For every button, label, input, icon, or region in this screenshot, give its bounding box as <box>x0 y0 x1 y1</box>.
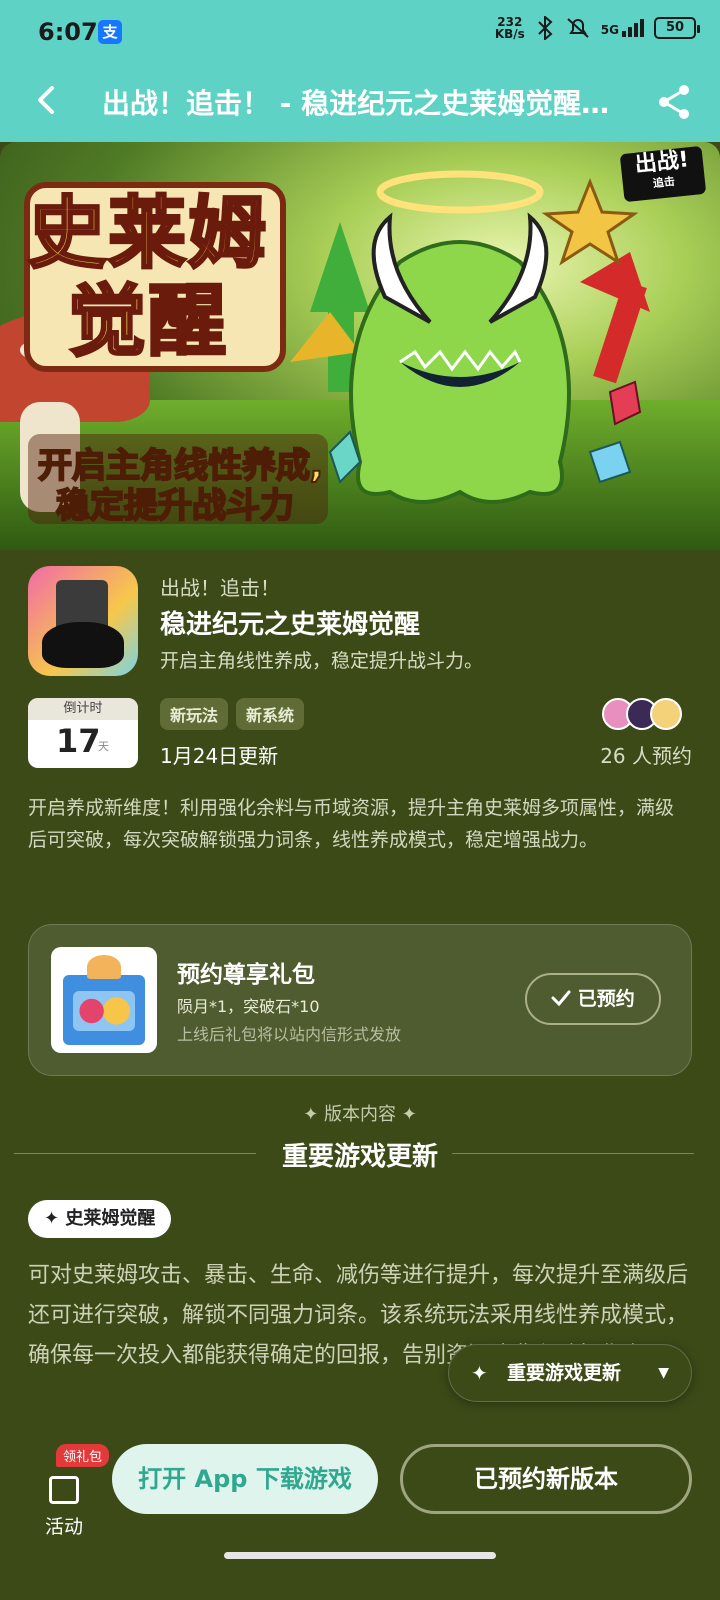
back-icon[interactable] <box>28 80 68 120</box>
activity-label: 活动 <box>44 1516 83 1538</box>
section-label: ✦ 版本内容 ✦ <box>303 1104 417 1125</box>
reserved-version-button[interactable]: 已预约新版本 <box>400 1444 692 1514</box>
mute-icon <box>567 18 589 38</box>
app-tagline: 开启主角线性养成，稳定提升战斗力。 <box>160 650 484 672</box>
bow-graphic <box>87 955 121 979</box>
activity-badge: 领礼包 <box>56 1444 110 1467</box>
status-time: 6:07 <box>38 18 98 46</box>
publisher-logo-text: 出战! <box>633 147 690 178</box>
battery-icon: 50 <box>654 17 700 39</box>
net-speed: 232 KB/s <box>495 16 525 40</box>
check-icon <box>551 990 571 1007</box>
reservers-avatars[interactable] <box>602 698 682 730</box>
home-indicator[interactable] <box>224 1552 496 1559</box>
status-icons: 232 KB/s 5G 50 <box>495 16 700 40</box>
gift-note: 上线后礼包将以站内信形式发放 <box>177 1025 402 1044</box>
bottom-action-bar: 活动 领礼包 打开 App 下载游戏 已预约新版本 <box>0 1422 720 1600</box>
gift-icon <box>51 947 157 1053</box>
activity-button[interactable]: 活动 <box>36 1462 92 1538</box>
share-icon[interactable] <box>654 82 694 122</box>
network-type: 5G <box>600 23 619 37</box>
slime-graphic <box>42 622 124 668</box>
tag: 新玩法 <box>160 698 229 730</box>
app-series: 出战！追击！ <box>160 576 280 600</box>
banner-slogan-line2: 稳定提升战斗力 <box>55 485 295 527</box>
app-icon[interactable] <box>28 566 138 676</box>
app-info: 出战！追击！ 稳进纪元之史莱姆觉醒 开启主角线性养成，稳定提升战斗力。 <box>28 566 692 678</box>
game-logo: 史莱姆 觉醒 <box>26 188 269 367</box>
status-bar: 6:07 支 232 KB/s 5G 50 <box>0 0 720 62</box>
hero-banner[interactable]: 史莱姆 觉醒 开启主角线性养成, 稳定提升战斗力 出战! 追击 <box>0 142 720 550</box>
sparkle-icon: ✦ <box>44 1208 60 1229</box>
gift-icon <box>49 1476 79 1504</box>
section-title: 重要游戏更新 <box>281 1142 438 1172</box>
countdown-unit: 天 <box>98 740 109 753</box>
tag: 新系统 <box>236 698 305 730</box>
network-5g: 5G <box>601 19 644 37</box>
avatar <box>650 698 682 730</box>
gems-graphic <box>73 991 135 1031</box>
slime-mascot-illustration <box>290 170 650 504</box>
gift-pack-card: 预约尊享礼包 陨月*1，突破石*10 上线后礼包将以站内信形式发放 已预约 <box>28 924 692 1076</box>
game-logo-line1: 史莱姆 <box>26 188 269 279</box>
tag-list: 新玩法 新系统 <box>160 698 305 730</box>
alipay-notification-icon: 支 <box>98 20 122 44</box>
signal-icon <box>622 19 644 37</box>
gift-title: 预约尊享礼包 <box>177 962 315 988</box>
reserved-gift-button[interactable]: 已预约 <box>525 973 661 1025</box>
reservation-count: 26 人预约 <box>600 744 692 768</box>
nav-bar: 出战！追击！ - 稳进纪元之史莱姆觉醒… <box>0 62 720 142</box>
countdown-label: 倒计时 <box>28 698 138 720</box>
gift-items: 陨月*1，突破石*10 <box>177 997 320 1016</box>
bluetooth-icon <box>538 16 553 40</box>
update-date: 1月24日更新 <box>160 744 279 768</box>
feature-chip-label: 史莱姆觉醒 <box>65 1208 156 1229</box>
publisher-logo-subtext: 追击 <box>652 174 676 191</box>
version-description: 开启养成新维度！利用强化余料与币域资源，提升主角史莱姆多项属性，满级后可突破，每… <box>28 797 675 851</box>
countdown-value: 17 <box>56 722 101 760</box>
open-app-button[interactable]: 打开 App 下载游戏 <box>112 1444 378 1514</box>
sparkle-icon: ✦ <box>471 1361 488 1385</box>
section-jump-label: 重要游戏更新 <box>507 1362 622 1384</box>
app-name: 稳进纪元之史莱姆觉醒 <box>160 610 421 640</box>
countdown-card: 倒计时 17 天 <box>28 698 138 768</box>
reserved-gift-label: 已预约 <box>577 988 635 1010</box>
game-logo-line2: 觉醒 <box>66 276 229 367</box>
publisher-logo: 出战! 追击 <box>619 145 707 203</box>
page-title: 出战！追击！ - 稳进纪元之史莱姆觉醒… <box>102 87 610 120</box>
caret-down-icon: ▼ <box>658 1365 669 1381</box>
section-jump-dropdown[interactable]: ✦ 重要游戏更新 ▼ <box>448 1344 692 1402</box>
net-speed-unit: KB/s <box>494 27 525 41</box>
feature-chip: ✦ 史莱姆觉醒 <box>28 1200 172 1238</box>
